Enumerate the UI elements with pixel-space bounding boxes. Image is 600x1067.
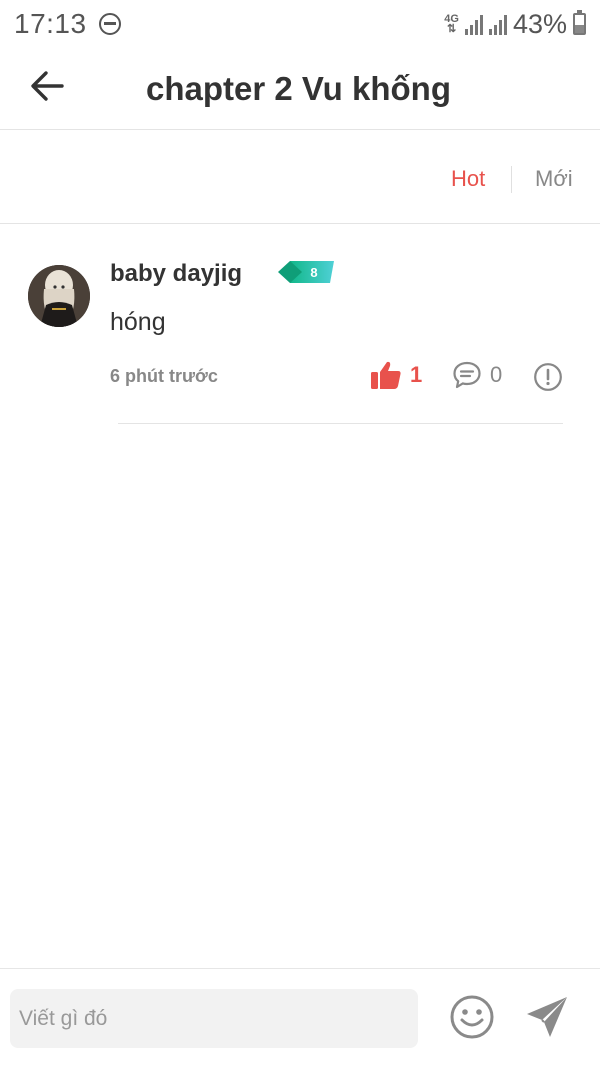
comment-icon bbox=[453, 361, 481, 389]
send-icon bbox=[527, 997, 567, 1037]
battery-fill bbox=[575, 25, 584, 33]
like-count: 1 bbox=[410, 362, 423, 387]
comment-time: 6 phút trước bbox=[110, 366, 218, 386]
reply-count: 0 bbox=[490, 362, 503, 387]
level-badge-icon: 8 bbox=[278, 261, 334, 283]
comment-divider bbox=[118, 423, 563, 424]
tab-divider bbox=[511, 166, 512, 193]
back-arrow-icon bbox=[31, 71, 64, 101]
battery-percent: 43% bbox=[512, 8, 567, 39]
reply-button[interactable]: 0 bbox=[452, 360, 502, 390]
comment-username[interactable]: baby dayjig bbox=[110, 260, 242, 288]
comment-body: hóng bbox=[110, 308, 166, 336]
status-bar: 17:13 4G ⇅ 43% bbox=[0, 0, 600, 48]
app-header: chapter 2 Vu khống bbox=[0, 48, 600, 130]
status-time: 17:13 bbox=[14, 8, 87, 39]
report-icon bbox=[534, 363, 562, 391]
badge-level: 8 bbox=[310, 265, 317, 280]
send-button[interactable] bbox=[525, 995, 569, 1044]
tab-hot[interactable]: Hot bbox=[451, 166, 485, 192]
emoji-button[interactable] bbox=[449, 994, 495, 1045]
thumbs-up-icon bbox=[371, 361, 401, 389]
sort-bar: Hot Mới bbox=[0, 130, 600, 224]
report-button[interactable] bbox=[533, 362, 563, 397]
avatar[interactable] bbox=[28, 265, 90, 327]
like-button[interactable]: 1 bbox=[370, 360, 422, 390]
comment-item: baby dayjig 8 hóng 6 phút trước 1 0 bbox=[0, 224, 600, 424]
back-button[interactable] bbox=[26, 64, 70, 108]
do-not-disturb-icon bbox=[98, 13, 121, 35]
status-right: 4G ⇅ 43% bbox=[444, 9, 586, 40]
page-title: chapter 2 Vu khống bbox=[146, 70, 451, 107]
avatar-image bbox=[28, 265, 90, 327]
comment-composer bbox=[0, 968, 600, 1067]
comment-input[interactable] bbox=[10, 989, 418, 1048]
signal-icon bbox=[464, 13, 483, 35]
data-arrows-icon: ⇅ bbox=[447, 23, 457, 35]
status-left: 17:13 bbox=[14, 8, 121, 40]
network-type-icon: 4G ⇅ bbox=[444, 14, 459, 35]
emoji-icon bbox=[450, 995, 494, 1039]
tab-new[interactable]: Mới bbox=[535, 166, 573, 192]
battery-icon bbox=[573, 10, 586, 35]
signal-icon-2 bbox=[488, 13, 507, 35]
